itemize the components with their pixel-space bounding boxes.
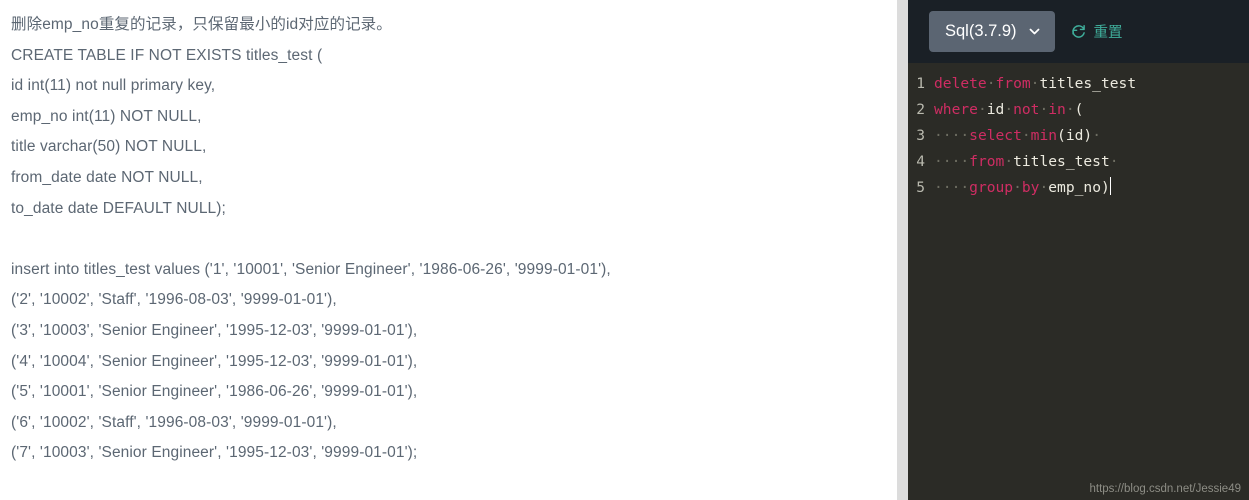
chevron-down-icon	[1028, 25, 1041, 38]
problem-line: ('7', '10003', 'Senior Engineer', '1995-…	[11, 444, 418, 462]
code-token: not	[1013, 101, 1040, 118]
problem-line: ('5', '10001', 'Senior Engineer', '1986-…	[11, 383, 418, 401]
code-line-text: ····select·min(id)·	[934, 123, 1101, 149]
code-token: in	[1048, 101, 1066, 118]
code-token: titles_test	[1039, 75, 1137, 92]
problem-line: to_date date DEFAULT NULL);	[11, 199, 226, 217]
code-token: ·	[986, 75, 996, 92]
code-token: (id)	[1057, 127, 1093, 144]
language-select[interactable]: Sql(3.7.9)	[929, 11, 1055, 52]
code-line-text: ····group·by·emp_no)	[934, 175, 1111, 201]
problem-line: 删除emp_no重复的记录，只保留最小的id对应的记录。	[11, 16, 392, 33]
code-line: 5 ····group·by·emp_no)	[908, 175, 1249, 201]
line-number: 3	[916, 127, 925, 144]
problem-line: ('4', '10004', 'Senior Engineer', '1995-…	[11, 352, 418, 370]
code-editor-pane: Sql(3.7.9) 重置 1 delete·from·titles_test …	[908, 0, 1249, 500]
code-token: ·	[1004, 101, 1014, 118]
code-token: from	[995, 75, 1031, 92]
page-scrollbar-thumb[interactable]	[897, 0, 908, 500]
line-number: 4	[916, 153, 925, 170]
code-line: 2 where·id·not·in·(	[908, 97, 1249, 123]
code-token: select	[969, 127, 1022, 144]
code-token: min	[1030, 127, 1058, 144]
code-token: ·	[1065, 101, 1075, 118]
problem-line: from_date date NOT NULL,	[11, 168, 203, 186]
code-line: 3 ····select·min(id)·	[908, 123, 1249, 149]
line-number: 5	[916, 179, 925, 196]
code-token: by	[1021, 179, 1040, 196]
code-line-text: delete·from·titles_test	[934, 71, 1136, 97]
code-token: group	[969, 179, 1014, 196]
problem-line: insert into titles_test values ('1', '10…	[11, 260, 611, 278]
reset-button[interactable]: 重置	[1070, 21, 1123, 42]
code-token: ·	[1013, 179, 1022, 196]
problem-line: ('6', '10002', 'Staff', '1996-08-03', '9…	[11, 413, 337, 431]
refresh-icon	[1070, 23, 1087, 40]
problem-line: emp_no int(11) NOT NULL,	[11, 107, 202, 125]
code-token: ·	[1092, 127, 1101, 144]
code-token: ····	[934, 179, 970, 196]
problem-line: ('2', '10002', 'Staff', '1996-08-03', '9…	[11, 291, 337, 309]
code-token: ·	[1039, 179, 1049, 196]
code-token: ·	[1004, 153, 1014, 170]
code-line-text: ····from·titles_test·	[934, 149, 1119, 175]
code-token: id	[986, 101, 1005, 118]
code-token: ·	[977, 101, 987, 118]
watermark: https://blog.csdn.net/Jessie49	[1089, 483, 1241, 495]
code-token: (	[1074, 101, 1084, 118]
problem-line: title varchar(50) NOT NULL,	[11, 138, 207, 156]
code-token: delete	[934, 75, 987, 92]
code-token: ·	[1039, 101, 1049, 118]
code-token: ·	[1109, 153, 1119, 170]
problem-line: ('3', '10003', 'Senior Engineer', '1995-…	[11, 321, 418, 339]
code-token: ····	[934, 153, 970, 170]
code-line-text: where·id·not·in·(	[934, 97, 1083, 123]
sql-code-editor[interactable]: 1 delete·from·titles_test 2 where·id·not·in…	[908, 63, 1249, 500]
editor-toolbar: Sql(3.7.9) 重置	[908, 0, 1249, 63]
line-number: 1	[916, 75, 925, 92]
code-token: titles_test	[1013, 153, 1110, 170]
text-cursor	[1109, 177, 1111, 195]
problem-line: CREATE TABLE IF NOT EXISTS titles_test (	[11, 46, 323, 64]
problem-line: id int(11) not null primary key,	[11, 77, 216, 95]
page-scrollbar-track[interactable]	[897, 0, 908, 500]
screen-root: 删除emp_no重复的记录，只保留最小的id对应的记录。 CREATE TABLE…	[0, 0, 1249, 500]
problem-statement-pane: 删除emp_no重复的记录，只保留最小的id对应的记录。 CREATE TABLE…	[0, 0, 897, 500]
reset-button-label: 重置	[1093, 25, 1123, 41]
line-number: 2	[916, 101, 925, 118]
problem-statement-text: 删除emp_no重复的记录，只保留最小的id对应的记录。 CREATE TABLE…	[11, 10, 897, 469]
language-select-label: Sql(3.7.9)	[945, 22, 1017, 40]
code-token: from	[969, 153, 1005, 170]
code-token: emp_no)	[1048, 179, 1110, 196]
code-token: where	[934, 101, 978, 118]
code-token: ····	[934, 127, 970, 144]
code-line: 1 delete·from·titles_test	[908, 71, 1249, 97]
code-token: ·	[1021, 127, 1031, 144]
problem-line	[11, 224, 897, 255]
code-line: 4 ····from·titles_test·	[908, 149, 1249, 175]
